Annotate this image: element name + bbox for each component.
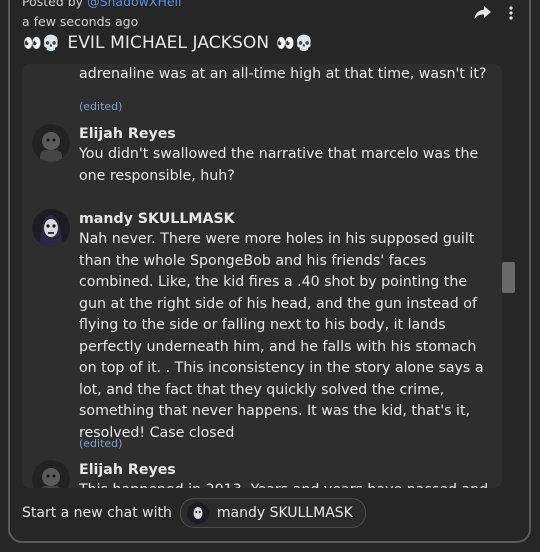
message-body: Elijah Reyes This happened in 2013. Year… bbox=[79, 460, 489, 488]
chevron-down-icon[interactable]: ˅ bbox=[185, 0, 191, 9]
start-chat-label: Start a new chat with bbox=[22, 505, 172, 521]
header-actions bbox=[474, 4, 520, 22]
chip-name: mandy SKULLMASK bbox=[216, 505, 353, 521]
avatar[interactable] bbox=[32, 124, 70, 162]
message-text: This happened in 2013. Years and years h… bbox=[79, 480, 489, 488]
message-text: You didn't swallowed the narrative that … bbox=[79, 146, 479, 184]
post-title-row: 👀💀 EVIL MICHAEL JACKSON 👀💀 bbox=[22, 33, 315, 53]
message-author[interactable]: mandy SKULLMASK bbox=[79, 209, 489, 229]
post-timestamp: a few seconds ago bbox=[22, 14, 139, 29]
post-title: EVIL MICHAEL JACKSON bbox=[67, 33, 270, 53]
message-author[interactable]: Elijah Reyes bbox=[79, 124, 489, 144]
posted-by-prefix: Posted by bbox=[22, 0, 88, 9]
more-vertical-icon[interactable] bbox=[502, 4, 520, 22]
title-emoji-right: 👀💀 bbox=[276, 34, 314, 52]
edited-tag: (edited) bbox=[79, 437, 123, 450]
scrollbar-thumb[interactable] bbox=[502, 262, 515, 293]
posted-by: Posted by @ShadowXHell ˅ bbox=[22, 0, 192, 9]
footer: Start a new chat with mandy SKULLMASK bbox=[22, 498, 366, 528]
avatar bbox=[186, 502, 209, 524]
avatar[interactable] bbox=[32, 209, 70, 247]
title-emoji-left: 👀💀 bbox=[23, 34, 61, 52]
edited-tag: (edited) bbox=[79, 100, 123, 113]
author-handle-link[interactable]: @ShadowXHell bbox=[87, 0, 181, 9]
chat-thread[interactable]: adrenaline was at an all-time high at th… bbox=[22, 64, 502, 488]
start-chat-button[interactable]: mandy SKULLMASK bbox=[179, 498, 366, 528]
message-text: Nah never. There were more holes in his … bbox=[79, 231, 484, 441]
share-icon[interactable] bbox=[474, 4, 492, 22]
message-body: mandy SKULLMASK Nah never. There were mo… bbox=[79, 209, 489, 444]
message-body: Elijah Reyes You didn't swallowed the na… bbox=[79, 124, 489, 187]
avatar[interactable] bbox=[32, 460, 70, 488]
message-author[interactable]: Elijah Reyes bbox=[79, 460, 489, 480]
message-text-partial: adrenaline was at an all-time high at th… bbox=[79, 66, 487, 82]
